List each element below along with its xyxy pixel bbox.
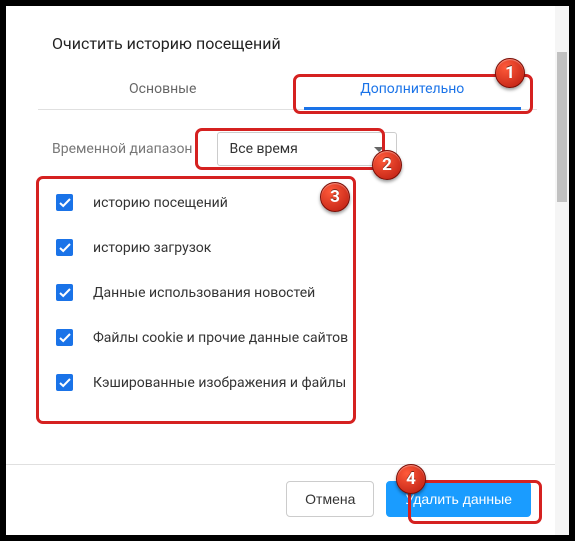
tab-advanced[interactable]: Дополнительно: [288, 71, 538, 109]
tab-advanced-label: Дополнительно: [360, 81, 464, 97]
cancel-button[interactable]: Отмена: [286, 481, 374, 517]
options-list: историю посещений историю загрузок Данны…: [38, 180, 537, 405]
option-label: историю посещений: [93, 195, 228, 211]
option-browsing-history[interactable]: историю посещений: [38, 180, 537, 225]
checkbox-checked-icon: [56, 374, 73, 391]
option-label: историю загрузок: [93, 240, 211, 256]
option-label: Файлы cookie и прочие данные сайтов: [93, 330, 348, 346]
option-news-usage[interactable]: Данные использования новостей: [38, 270, 537, 315]
clear-history-dialog: Очистить историю посещений Основные Допо…: [6, 6, 569, 535]
tabs: Основные Дополнительно: [38, 71, 537, 110]
time-range-label: Временной диапазон: [52, 141, 193, 157]
tab-basic[interactable]: Основные: [38, 71, 288, 109]
checkbox-checked-icon: [56, 329, 73, 346]
time-range-row: Временной диапазон Все время: [52, 132, 537, 166]
option-cached-images[interactable]: Кэшированные изображения и файлы: [38, 360, 537, 405]
checkbox-checked-icon: [56, 284, 73, 301]
scrollbar-thumb[interactable]: [557, 52, 567, 202]
chevron-down-icon: [374, 147, 384, 152]
tab-basic-label: Основные: [129, 81, 196, 97]
delete-data-button[interactable]: Удалить данные: [386, 481, 531, 517]
option-label: Данные использования новостей: [93, 285, 315, 301]
time-range-value: Все время: [230, 141, 298, 157]
time-range-select[interactable]: Все время: [217, 132, 397, 166]
option-download-history[interactable]: историю загрузок: [38, 225, 537, 270]
checkbox-checked-icon: [56, 239, 73, 256]
checkbox-checked-icon: [56, 194, 73, 211]
option-cookies[interactable]: Файлы cookie и прочие данные сайтов: [38, 315, 537, 360]
scrollbar[interactable]: [555, 6, 569, 535]
option-label: Кэшированные изображения и файлы: [93, 375, 346, 391]
dialog-title: Очистить историю посещений: [52, 34, 537, 53]
dialog-footer: Отмена Удалить данные: [6, 464, 555, 535]
